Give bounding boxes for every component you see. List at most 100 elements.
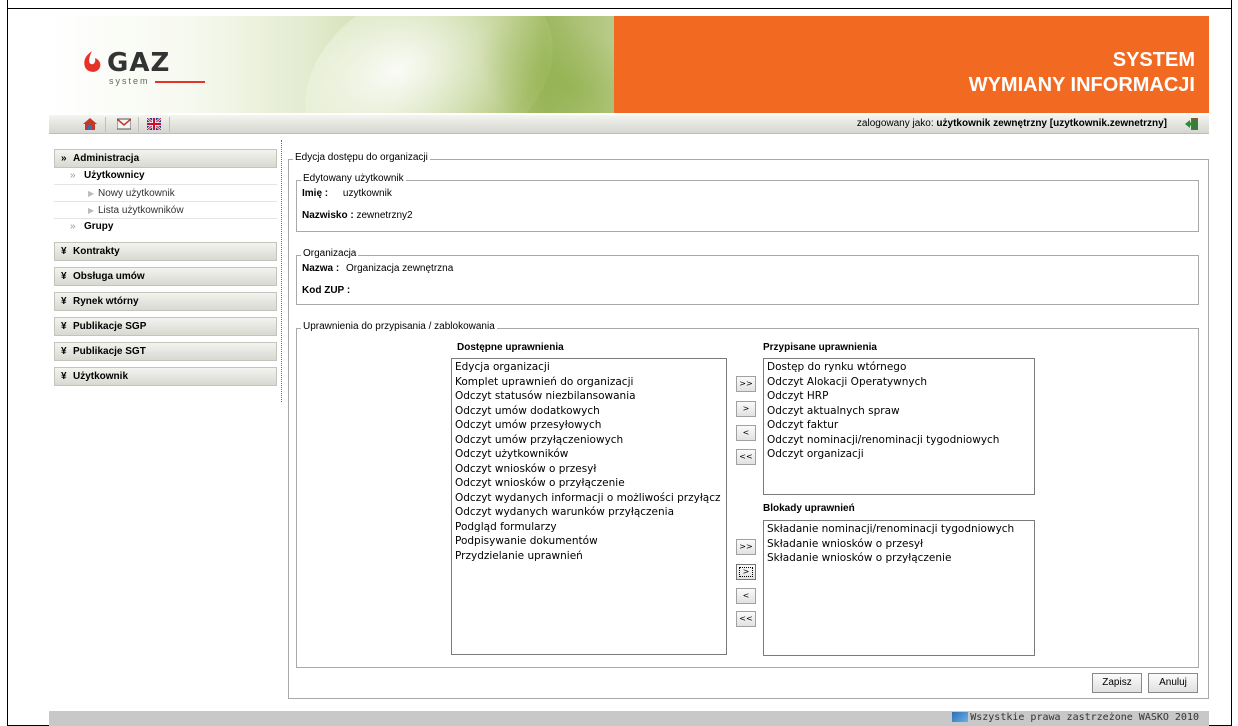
- double-chevron-right-icon: »: [61, 153, 67, 164]
- list-item[interactable]: Składanie nominacji/renominacji tygodnio…: [767, 522, 1031, 537]
- sidebar-item-label: Nowy użytkownik: [98, 188, 175, 199]
- list-item[interactable]: Odczyt umów przyłączeniowych: [455, 433, 723, 448]
- permissions-fieldset: Uprawnienia do przypisania / zablokowani…: [296, 321, 1199, 668]
- sidebar-item-publikacje-sgt[interactable]: ¥ Publikacje SGT: [54, 342, 277, 361]
- list-item[interactable]: Odczyt wniosków o przyłączenie: [455, 476, 723, 491]
- logout-door-icon[interactable]: [1185, 117, 1199, 131]
- list-item[interactable]: Odczyt użytkowników: [455, 447, 723, 462]
- sidebar-item-label: Użytkownicy: [84, 170, 145, 181]
- sidebar-item-publikacje-sgp[interactable]: ¥ Publikacje SGP: [54, 317, 277, 336]
- cancel-button[interactable]: Anuluj: [1148, 673, 1198, 693]
- sidebar-divider: [281, 140, 282, 402]
- assigned-permissions-list[interactable]: Dostęp do rynku wtórnego Odczyt Alokacji…: [763, 358, 1035, 495]
- footer-copyright: Wszystkie prawa zastrzeżone WASKO 2010: [952, 712, 1199, 723]
- page-footer: Wszystkie prawa zastrzeżone WASKO 2010: [49, 711, 1209, 726]
- assign-one-button[interactable]: >: [736, 401, 756, 417]
- login-label: zalogowany jako:: [856, 118, 934, 129]
- unassign-one-button[interactable]: <: [736, 425, 756, 441]
- first-name-value: uzytkownik: [342, 188, 392, 199]
- last-name-label: Nazwisko :: [302, 210, 354, 221]
- gaz-system-logo[interactable]: GAZ system: [81, 48, 241, 88]
- access-edit-fieldset: Edycja dostępu do organizacji Edytowany …: [288, 152, 1209, 699]
- login-user: użytkownik zewnętrzny [uzytkownik.zewnet…: [936, 118, 1167, 129]
- mail-icon[interactable]: [117, 118, 131, 130]
- list-item[interactable]: Odczyt aktualnych spraw: [767, 404, 1031, 419]
- list-item[interactable]: Odczyt faktur: [767, 418, 1031, 433]
- logo-sub: system: [109, 76, 150, 86]
- unassign-all-button[interactable]: <<: [736, 449, 756, 465]
- org-name-value: Organizacja zewnętrzna: [346, 263, 454, 274]
- access-edit-legend: Edycja dostępu do organizacji: [293, 152, 430, 163]
- triangle-right-icon: ▶: [88, 189, 95, 198]
- blocked-permissions-list[interactable]: Składanie nominacji/renominacji tygodnio…: [763, 520, 1035, 656]
- sidebar-item-obsluga-umow[interactable]: ¥ Obsługa umów: [54, 267, 277, 286]
- list-item[interactable]: Edycja organizacji: [455, 360, 723, 375]
- list-item[interactable]: Odczyt wydanych informacji o możliwości …: [455, 491, 723, 506]
- org-name-label: Nazwa :: [302, 263, 340, 274]
- flame-icon: [84, 51, 101, 72]
- list-item[interactable]: Odczyt wydanych warunków przyłączenia: [455, 505, 723, 520]
- edited-user-legend: Edytowany użytkownik: [301, 173, 406, 184]
- assigned-permissions-title: Przypisane uprawnienia: [763, 342, 877, 353]
- list-item[interactable]: Podpisywanie dokumentów: [455, 534, 723, 549]
- block-one-button[interactable]: >: [736, 564, 756, 580]
- available-permissions-list[interactable]: Edycja organizacji Komplet uprawnień do …: [451, 358, 727, 655]
- list-item[interactable]: Odczyt organizacji: [767, 447, 1031, 462]
- login-info: zalogowany jako: użytkownik zewnętrzny […: [857, 118, 1167, 129]
- list-item[interactable]: Podgląd formularzy: [455, 520, 723, 535]
- header-banner-leaf: GAZ system: [49, 16, 614, 113]
- footer-text: Wszystkie prawa zastrzeżone WASKO 2010: [970, 712, 1199, 723]
- wasko-logo-icon: [952, 712, 969, 722]
- logo-word: GAZ: [107, 48, 171, 78]
- double-chevron-right-icon: »: [70, 170, 76, 181]
- list-item[interactable]: Odczyt wniosków o przesył: [455, 462, 723, 477]
- list-item[interactable]: Odczyt umów dodatkowych: [455, 404, 723, 419]
- zup-code-label: Kod ZUP :: [302, 285, 351, 296]
- double-chevron-down-icon: ¥: [61, 371, 67, 382]
- sidebar-item-label: Publikacje SGT: [73, 346, 146, 357]
- sidebar-item-lista-uzytkownikow[interactable]: ▶ Lista użytkowników: [54, 202, 277, 219]
- sidebar-item-nowy-uzytkownik[interactable]: ▶ Nowy użytkownik: [54, 185, 277, 202]
- sidebar-item-label: Grupy: [84, 221, 114, 232]
- sidebar-menu: » Administracja » Użytkownicy ▶ Nowy użytko…: [54, 149, 277, 392]
- last-name-value: zewnetrzny2: [356, 210, 413, 221]
- list-item[interactable]: Odczyt nominacji/renominacji tygodniowyc…: [767, 433, 1031, 448]
- save-button[interactable]: Zapisz: [1092, 673, 1142, 693]
- system-title: SYSTEM WYMIANY INFORMACJI: [969, 48, 1195, 98]
- list-item[interactable]: Przydzielanie uprawnień: [455, 549, 723, 564]
- sidebar-item-kontrakty[interactable]: ¥ Kontrakty: [54, 242, 277, 261]
- list-item[interactable]: Odczyt Alokacji Operatywnych: [767, 375, 1031, 390]
- unblock-all-button[interactable]: <<: [736, 611, 756, 627]
- double-chevron-down-icon: »: [70, 221, 76, 232]
- edited-user-fieldset: Edytowany użytkownik Imię : uzytkownik N…: [296, 173, 1199, 232]
- sidebar-item-uzytkownicy[interactable]: » Użytkownicy: [54, 168, 277, 185]
- sidebar-item-rynek-wtorny[interactable]: ¥ Rynek wtórny: [54, 292, 277, 311]
- list-item[interactable]: Komplet uprawnień do organizacji: [455, 375, 723, 390]
- list-item[interactable]: Składanie wniosków o przesył: [767, 537, 1031, 552]
- assign-all-button[interactable]: >>: [736, 376, 756, 392]
- double-chevron-down-icon: ¥: [61, 271, 67, 282]
- blocked-permissions-title: Blokady uprawnień: [763, 503, 855, 514]
- double-chevron-down-icon: ¥: [61, 321, 67, 332]
- list-item[interactable]: Dostęp do rynku wtórnego: [767, 360, 1031, 375]
- sidebar-item-uzytkownik[interactable]: ¥ Użytkownik: [54, 367, 277, 386]
- sidebar-item-administracja[interactable]: » Administracja: [54, 149, 277, 168]
- top-toolbar: zalogowany jako: użytkownik zewnętrzny […: [49, 115, 1209, 134]
- list-item[interactable]: Składanie wniosków o przyłączenie: [767, 551, 1031, 566]
- list-item[interactable]: Odczyt statusów niezbilansowania: [455, 389, 723, 404]
- system-title-line1: SYSTEM: [1112, 49, 1195, 71]
- home-icon[interactable]: [83, 118, 97, 130]
- frame-right: [1231, 0, 1232, 726]
- organization-fieldset: Organizacja Nazwa : Organizacja zewnętrz…: [296, 248, 1199, 305]
- list-item[interactable]: Odczyt umów przesyłowych: [455, 418, 723, 433]
- unblock-one-button[interactable]: <: [736, 588, 756, 604]
- uk-flag-icon[interactable]: [147, 118, 161, 130]
- triangle-right-icon: ▶: [88, 206, 95, 215]
- sidebar-item-label: Obsługa umów: [73, 271, 145, 282]
- sidebar-item-grupy[interactable]: » Grupy: [54, 219, 277, 236]
- list-item[interactable]: Odczyt HRP: [767, 389, 1031, 404]
- header-orange-panel: SYSTEM WYMIANY INFORMACJI: [614, 16, 1209, 113]
- sidebar-item-label: Administracja: [73, 153, 140, 164]
- organization-legend: Organizacja: [301, 248, 359, 259]
- block-all-button[interactable]: >>: [736, 539, 756, 555]
